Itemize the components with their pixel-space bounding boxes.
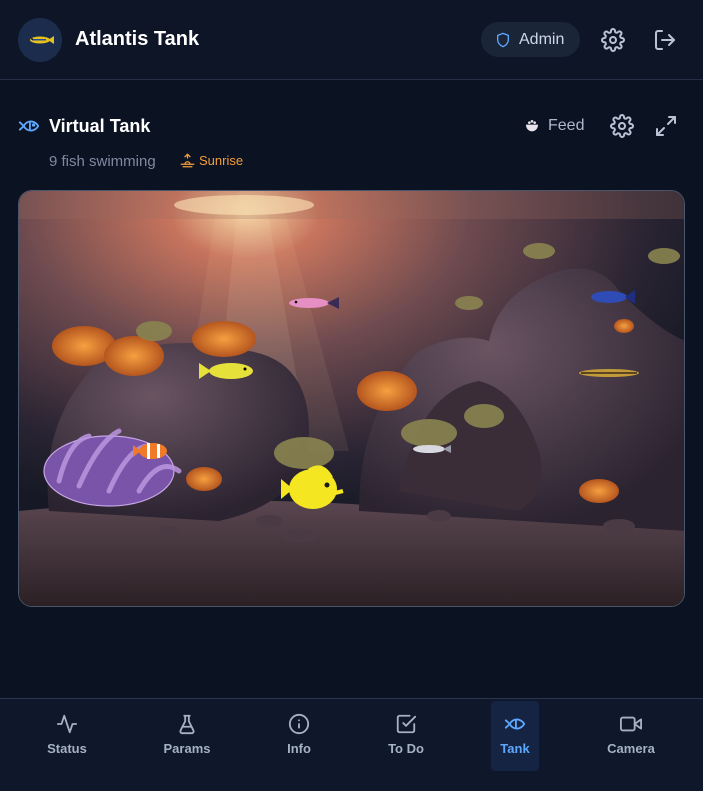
nav-item-status[interactable]: Status (22, 701, 112, 771)
nav-label: Tank (500, 741, 530, 756)
nav-label: Info (287, 741, 311, 756)
nav-label: Camera (607, 741, 655, 756)
fish-logo-icon (18, 18, 62, 62)
nav-label: To Do (388, 741, 424, 756)
settings-gear-icon[interactable] (601, 28, 625, 52)
flask-icon (179, 714, 195, 735)
food-bowl-icon (526, 120, 538, 132)
sunrise-icon (180, 153, 195, 168)
app-header: Atlantis Tank Admin (0, 0, 703, 80)
app-title: Atlantis Tank (75, 28, 200, 50)
panel-title: Virtual Tank (49, 116, 151, 136)
info-icon (288, 713, 310, 735)
phase-label: Sunrise (199, 153, 244, 168)
video-icon (620, 716, 642, 732)
checkbox-icon (396, 714, 417, 734)
fish-count: 9 fish swimming (49, 153, 156, 170)
feed-label: Feed (548, 117, 585, 134)
tank-settings-icon[interactable] (610, 114, 634, 138)
nav-label: Status (47, 741, 87, 756)
nav-label: Params (163, 741, 211, 756)
nav-item-todo[interactable]: To Do (361, 701, 451, 771)
activity-icon (56, 714, 78, 734)
expand-icon[interactable] (654, 114, 678, 138)
tank-scene (19, 191, 684, 606)
bottom-nav: Status Params Info To Do Tank Camera (0, 698, 703, 791)
admin-label: Admin (519, 30, 565, 48)
nav-item-camera[interactable]: Camera (586, 701, 676, 771)
admin-badge[interactable]: Admin (481, 22, 580, 57)
shield-icon (497, 32, 509, 47)
virtual-tank-view[interactable] (18, 190, 685, 607)
feed-button[interactable]: Feed (524, 114, 584, 138)
fish-icon (504, 718, 526, 730)
nav-item-tank[interactable]: Tank (491, 701, 539, 771)
phase-indicator: Sunrise (180, 153, 243, 168)
nav-item-info[interactable]: Info (254, 701, 344, 771)
logout-icon[interactable] (653, 28, 677, 52)
fish-icon (18, 120, 40, 132)
nav-item-params[interactable]: Params (142, 701, 232, 771)
